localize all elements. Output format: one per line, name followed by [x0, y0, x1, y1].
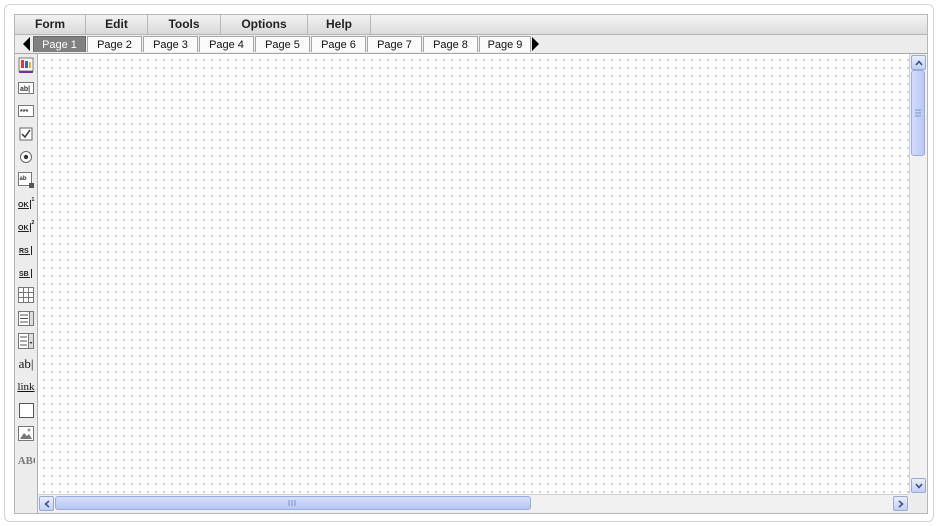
horizontal-scroll-thumb[interactable]: [55, 496, 531, 510]
tab-page-7[interactable]: Page 7: [367, 36, 422, 52]
image-icon[interactable]: [17, 424, 35, 442]
horizontal-scrollbar[interactable]: [38, 494, 909, 512]
combo-box-icon[interactable]: [17, 332, 35, 350]
page-tab-bar: Page 1 Page 2 Page 3 Page 4 Page 5 Page …: [15, 35, 927, 54]
menu-options[interactable]: Options: [221, 15, 308, 34]
tab-page-6[interactable]: Page 6: [311, 36, 366, 52]
ok-button-1-icon[interactable]: OK 1: [17, 194, 35, 212]
chevron-up-icon: [914, 59, 923, 66]
tab-page-8[interactable]: Page 8: [423, 36, 478, 52]
menu-edit[interactable]: Edit: [86, 15, 148, 34]
svg-text:SB: SB: [19, 271, 29, 278]
svg-text:OK: OK: [18, 202, 29, 209]
svg-text:1: 1: [32, 197, 35, 203]
tab-page-3[interactable]: Page 3: [143, 36, 198, 52]
textarea-icon[interactable]: ab: [17, 171, 35, 189]
scroll-down-button[interactable]: [911, 478, 926, 493]
vertical-scrollbar[interactable]: [909, 54, 927, 494]
chevron-left-icon: [43, 499, 50, 508]
text-field-icon[interactable]: ab|: [17, 79, 35, 97]
pointer-select-icon[interactable]: [17, 56, 35, 74]
menu-tools[interactable]: Tools: [148, 15, 221, 34]
menu-form[interactable]: Form: [15, 15, 86, 34]
svg-text:***: ***: [20, 109, 28, 116]
tab-page-1[interactable]: Page 1: [33, 36, 86, 52]
grip-icon: [288, 500, 296, 506]
svg-text:RS: RS: [19, 248, 29, 255]
svg-text:ab: ab: [20, 176, 27, 182]
tab-page-4[interactable]: Page 4: [199, 36, 254, 52]
submit-button-icon[interactable]: SB: [17, 263, 35, 281]
tab-scroll-right-icon[interactable]: [532, 37, 539, 51]
menu-bar: Form Edit Tools Options Help: [15, 15, 927, 35]
tab-scroll-left-icon[interactable]: [23, 37, 30, 51]
vertical-scroll-thumb[interactable]: [911, 70, 925, 156]
tab-page-5[interactable]: Page 5: [255, 36, 310, 52]
svg-text:2: 2: [32, 220, 35, 226]
reset-button-icon[interactable]: RS: [17, 240, 35, 258]
control-toolbox: ab| *** ab OK 1 OK 2 RS SB ab| link AB: [15, 54, 38, 513]
spell-check-icon[interactable]: ABC: [17, 445, 35, 467]
scroll-right-button[interactable]: [893, 496, 908, 511]
radio-button-icon[interactable]: [17, 148, 35, 166]
link-icon[interactable]: link: [17, 378, 35, 396]
svg-text:ABC: ABC: [18, 455, 35, 467]
svg-text:OK: OK: [18, 225, 29, 232]
label-text-icon[interactable]: ab|: [17, 355, 35, 373]
ok-button-2-icon[interactable]: OK 2: [17, 217, 35, 235]
scrollbar-corner: [909, 494, 926, 511]
scroll-left-button[interactable]: [39, 496, 54, 511]
form-design-canvas[interactable]: [38, 54, 909, 494]
form-designer: Form Edit Tools Options Help Page 1 Page…: [14, 14, 928, 514]
chevron-right-icon: [897, 499, 904, 508]
rectangle-icon[interactable]: [17, 401, 35, 419]
tab-page-9[interactable]: Page 9: [479, 36, 531, 52]
password-field-icon[interactable]: ***: [17, 102, 35, 120]
scroll-up-button[interactable]: [911, 55, 926, 70]
list-box-icon[interactable]: [17, 309, 35, 327]
grip-icon: [915, 109, 921, 117]
tab-page-2[interactable]: Page 2: [87, 36, 142, 52]
grid-table-icon[interactable]: [17, 286, 35, 304]
checkbox-icon[interactable]: [17, 125, 35, 143]
menu-help[interactable]: Help: [308, 15, 371, 34]
svg-text:ab|: ab|: [20, 86, 30, 93]
chevron-down-icon: [914, 482, 923, 489]
